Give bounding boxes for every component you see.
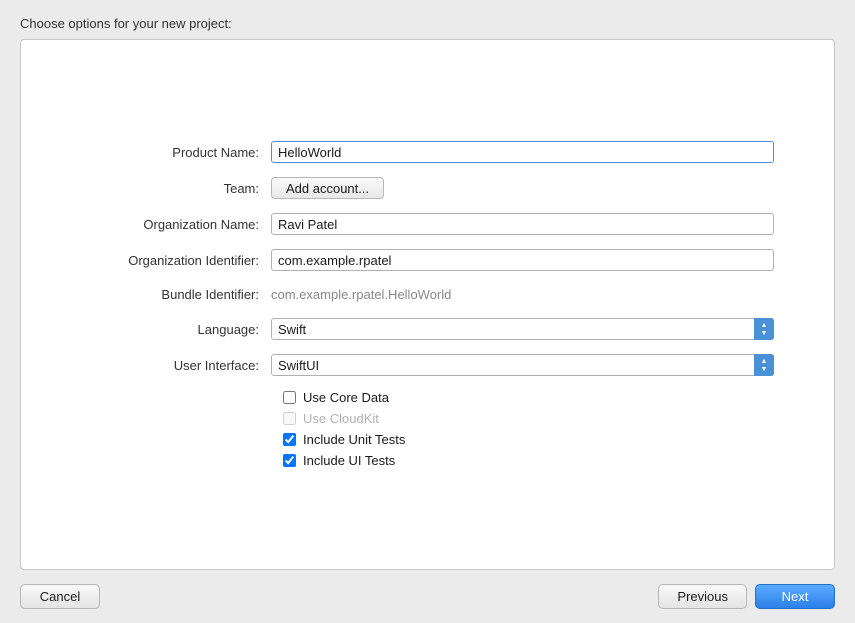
include-ui-tests-row: Include UI Tests [283,453,774,468]
org-name-input[interactable] [271,213,774,235]
org-identifier-input[interactable] [271,249,774,271]
cancel-button[interactable]: Cancel [20,584,100,609]
use-core-data-label: Use Core Data [303,390,389,405]
user-interface-label: User Interface: [81,358,271,373]
user-interface-select-wrapper: SwiftUI Storyboard [271,354,774,376]
include-ui-tests-checkbox[interactable] [283,454,296,467]
form-container: Product Name: Team: Add account... Organ… [21,111,834,498]
include-ui-tests-label: Include UI Tests [303,453,395,468]
bundle-identifier-row: Bundle Identifier: com.example.rpatel.He… [81,285,774,304]
use-cloudkit-checkbox[interactable] [283,412,296,425]
dialog-title: Choose options for your new project: [20,16,232,31]
language-select[interactable]: Swift Objective-C [271,318,774,340]
use-cloudkit-row: Use CloudKit [283,411,774,426]
add-account-button[interactable]: Add account... [271,177,384,199]
use-core-data-checkbox[interactable] [283,391,296,404]
team-label: Team: [81,181,271,196]
bundle-identifier-label: Bundle Identifier: [81,287,271,302]
next-button[interactable]: Next [755,584,835,609]
dialog-footer: Cancel Previous Next [0,570,855,623]
language-select-wrapper: Swift Objective-C [271,318,774,340]
user-interface-select[interactable]: SwiftUI Storyboard [271,354,774,376]
include-unit-tests-label: Include Unit Tests [303,432,405,447]
product-name-row: Product Name: [81,141,774,163]
use-core-data-row: Use Core Data [283,390,774,405]
org-identifier-label: Organization Identifier: [81,253,271,268]
language-row: Language: Swift Objective-C [81,318,774,340]
footer-right-buttons: Previous Next [658,584,835,609]
previous-button[interactable]: Previous [658,584,747,609]
include-unit-tests-row: Include Unit Tests [283,432,774,447]
user-interface-row: User Interface: SwiftUI Storyboard [81,354,774,376]
include-unit-tests-checkbox[interactable] [283,433,296,446]
product-name-input[interactable] [271,141,774,163]
bundle-identifier-value: com.example.rpatel.HelloWorld [271,285,451,304]
new-project-dialog: Choose options for your new project: Pro… [0,0,855,623]
language-label: Language: [81,322,271,337]
team-row: Team: Add account... [81,177,774,199]
checkbox-group: Use Core Data Use CloudKit Include Unit … [283,390,774,468]
dialog-header: Choose options for your new project: [0,0,855,39]
org-name-label: Organization Name: [81,217,271,232]
use-cloudkit-label: Use CloudKit [303,411,379,426]
product-name-label: Product Name: [81,145,271,160]
dialog-content: Product Name: Team: Add account... Organ… [20,39,835,570]
org-name-row: Organization Name: [81,213,774,235]
org-identifier-row: Organization Identifier: [81,249,774,271]
